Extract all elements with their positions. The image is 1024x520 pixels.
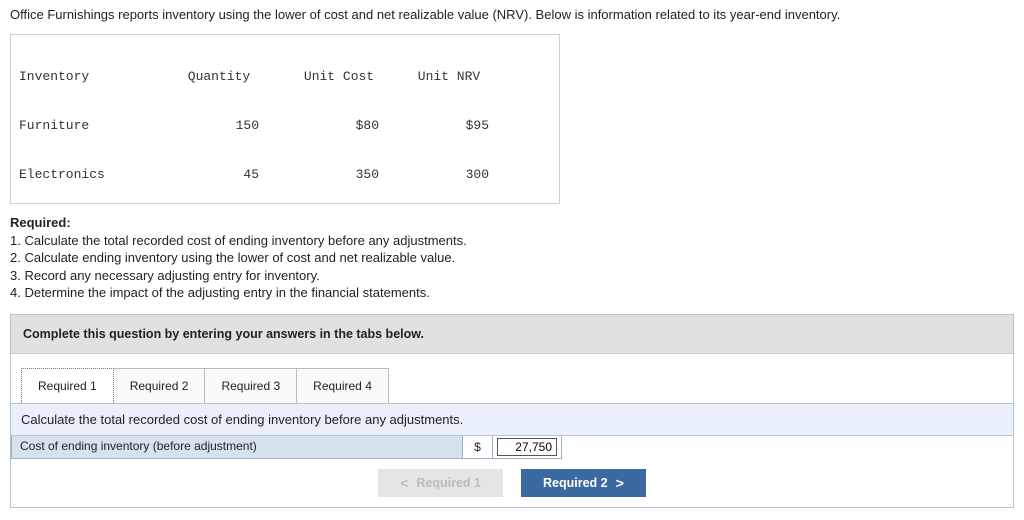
currency-symbol: $ — [463, 436, 493, 459]
table-row: Electronics 45 350 300 — [19, 167, 551, 183]
worksheet-panel: Complete this question by entering your … — [10, 314, 1014, 508]
required-item: 4. Determine the impact of the adjusting… — [10, 284, 1014, 302]
required-item: 3. Record any necessary adjusting entry … — [10, 267, 1014, 285]
cell-unit-nrv: 300 — [399, 167, 499, 183]
tab-instruction: Calculate the total recorded cost of end… — [11, 403, 1013, 436]
col-header-inventory: Inventory — [19, 69, 159, 85]
col-header-unit-nrv: Unit NRV — [399, 69, 499, 85]
required-block: Required: 1. Calculate the total recorde… — [10, 214, 1014, 302]
tab-required-4[interactable]: Required 4 — [296, 368, 389, 403]
inventory-table: Inventory Quantity Unit Cost Unit NRV Fu… — [10, 34, 560, 205]
prev-button-label: Required 1 — [416, 476, 481, 490]
answer-label: Cost of ending inventory (before adjustm… — [11, 436, 463, 459]
cell-inventory: Furniture — [19, 118, 159, 134]
tab-required-2[interactable]: Required 2 — [113, 368, 206, 403]
cell-unit-cost: 350 — [279, 167, 399, 183]
answer-input-wrap — [493, 436, 562, 459]
next-button-label: Required 2 — [543, 476, 608, 490]
chevron-left-icon: < — [400, 475, 408, 491]
prev-button[interactable]: < Required 1 — [378, 469, 503, 497]
cell-inventory: Electronics — [19, 167, 159, 183]
problem-intro: Office Furnishings reports inventory usi… — [10, 6, 1014, 24]
answer-row: Cost of ending inventory (before adjustm… — [11, 436, 1013, 459]
cell-unit-cost: $80 — [279, 118, 399, 134]
required-label: Required: — [10, 215, 71, 230]
nav-buttons: < Required 1 Required 2 > — [11, 459, 1013, 507]
cell-quantity: 150 — [159, 118, 279, 134]
table-header-row: Inventory Quantity Unit Cost Unit NRV — [19, 69, 551, 85]
tab-required-3[interactable]: Required 3 — [204, 368, 297, 403]
next-button[interactable]: Required 2 > — [521, 469, 646, 497]
col-header-quantity: Quantity — [159, 69, 279, 85]
required-item: 1. Calculate the total recorded cost of … — [10, 232, 1014, 250]
tab-required-1[interactable]: Required 1 — [21, 368, 114, 403]
worksheet-header: Complete this question by entering your … — [11, 315, 1013, 354]
tab-bar: Required 1 Required 2 Required 3 Require… — [11, 354, 1013, 403]
cell-quantity: 45 — [159, 167, 279, 183]
cell-unit-nrv: $95 — [399, 118, 499, 134]
required-item: 2. Calculate ending inventory using the … — [10, 249, 1014, 267]
chevron-right-icon: > — [616, 475, 624, 491]
answer-input[interactable] — [497, 438, 557, 456]
table-row: Furniture 150 $80 $95 — [19, 118, 551, 134]
col-header-unit-cost: Unit Cost — [279, 69, 399, 85]
